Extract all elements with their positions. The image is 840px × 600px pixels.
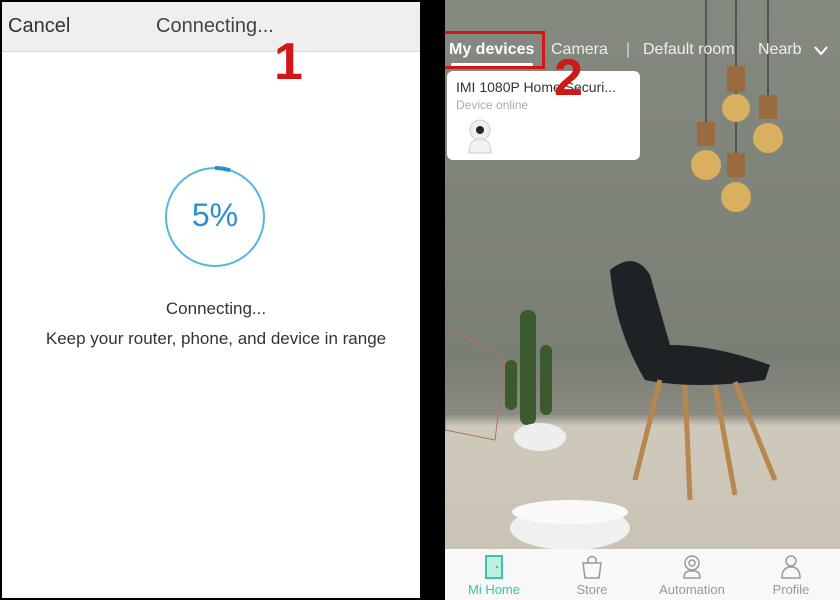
tab-separator: | xyxy=(626,41,631,58)
status-text: Connecting... xyxy=(165,299,267,318)
nav-profile[interactable]: Profile xyxy=(742,549,840,597)
progress-percent: 5% xyxy=(191,197,239,233)
bottom-nav: Mi Home Store Automation Profile xyxy=(445,549,840,600)
camera-icon xyxy=(468,119,492,154)
nav-mi-home[interactable]: Mi Home xyxy=(445,549,543,597)
page-title: Connecting... xyxy=(156,15,274,37)
device-name: IMI 1080P Home Securi... xyxy=(456,79,617,95)
nav-label: Mi Home xyxy=(467,582,520,597)
nav-store[interactable]: Store xyxy=(543,549,641,597)
nav-label: Profile xyxy=(772,582,810,597)
cancel-button[interactable]: Cancel xyxy=(8,15,70,38)
mi-home-screen: My devices Camera | Default room Nearb I… xyxy=(445,0,840,600)
device-status: Device online xyxy=(456,98,529,112)
chevron-down-icon[interactable] xyxy=(813,45,829,57)
door-icon xyxy=(485,555,503,579)
webcam-icon xyxy=(683,555,701,579)
person-icon xyxy=(781,555,801,579)
nav-label: Automation xyxy=(659,582,725,597)
tab-default-room[interactable]: Default room xyxy=(643,41,735,59)
annotation-1: 1 xyxy=(274,33,303,91)
bag-icon xyxy=(582,555,602,579)
annotation-2: 2 xyxy=(554,49,583,107)
hint-text: Keep your router, phone, and device in r… xyxy=(45,329,387,348)
header-bar: Cancel Connecting... xyxy=(2,2,420,52)
connecting-screen: Cancel Connecting... 5% Connecting... Ke… xyxy=(2,2,420,598)
annotation-highlight-box xyxy=(445,31,545,69)
nav-label: Store xyxy=(576,582,608,597)
nav-automation[interactable]: Automation xyxy=(643,549,741,597)
device-card[interactable]: IMI 1080P Home Securi... Device online xyxy=(447,71,640,160)
tab-nearby[interactable]: Nearb xyxy=(758,41,804,59)
